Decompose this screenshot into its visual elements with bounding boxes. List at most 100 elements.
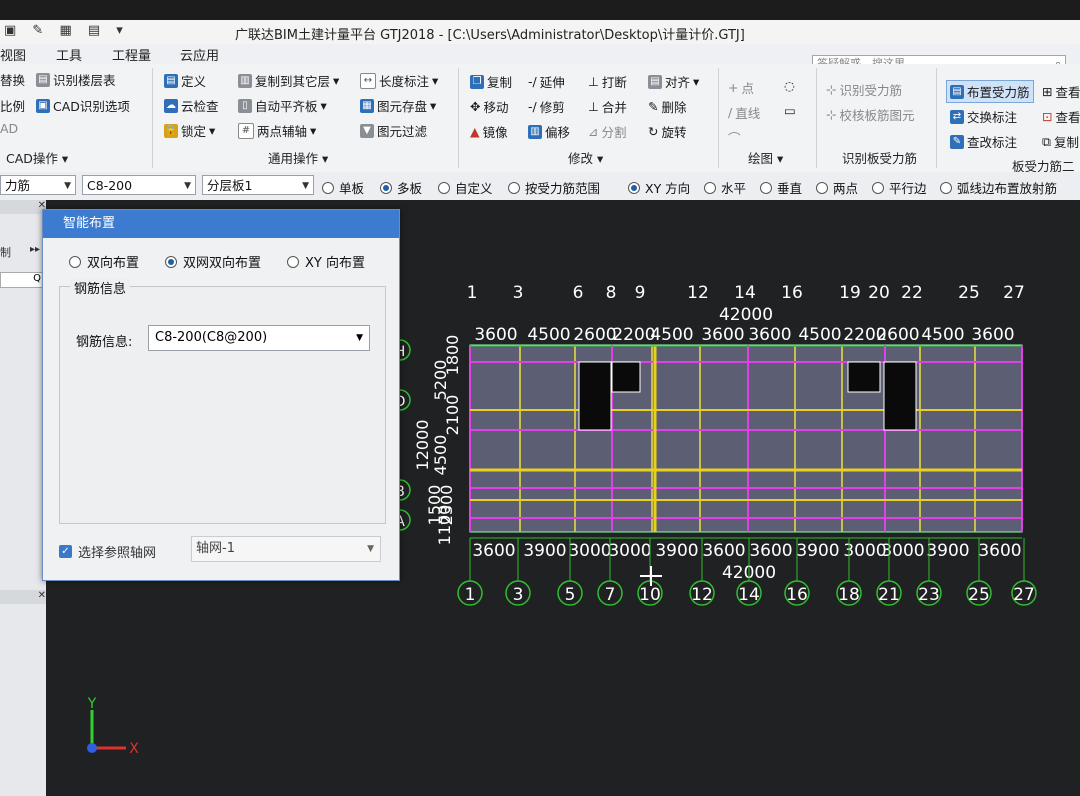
- arc-tool[interactable]: ⌒: [728, 128, 741, 147]
- swap-label-button[interactable]: ⇄ 交换标注: [950, 107, 1017, 126]
- define-button[interactable]: ▤ 定义: [164, 71, 206, 90]
- align-button[interactable]: ▤ 对齐 ▾: [648, 72, 699, 91]
- two-point-axis-button[interactable]: # 两点辅轴 ▾: [238, 121, 316, 140]
- cad-options-button[interactable]: ▣ CAD识别选项: [36, 96, 130, 115]
- rebar-spec-select[interactable]: C8-200 ▼: [82, 175, 196, 195]
- line-icon: /: [728, 105, 733, 120]
- smart-layout-dialog: 智能布置 双向布置 双网双向布置 XY 向布置 钢筋信息 钢筋信息: C8-20…: [42, 209, 400, 581]
- delete-button[interactable]: ✎ 删除: [648, 97, 687, 116]
- merge-button[interactable]: ⊥ 合并: [588, 97, 627, 116]
- filter-icon: ▼: [360, 123, 374, 138]
- panel-close-icon[interactable]: ✕: [0, 200, 46, 214]
- radio-multi-slab[interactable]: 多板: [380, 178, 422, 197]
- define-icon: ▤: [164, 73, 178, 88]
- rect-tool[interactable]: ▭: [784, 103, 796, 118]
- menu-view[interactable]: 视图: [0, 45, 26, 64]
- extend-button[interactable]: -/延伸: [528, 72, 565, 91]
- break-icon: ⊥: [588, 74, 599, 89]
- copy-icon: ❐: [470, 74, 484, 89]
- line-button[interactable]: / 直线: [728, 103, 760, 122]
- edit-icon: ✎: [950, 134, 964, 149]
- break-button[interactable]: ⊥ 打断: [588, 72, 627, 91]
- radio-double-net[interactable]: 双网双向布置: [165, 252, 261, 271]
- chevron-down-icon: ▼: [302, 181, 309, 191]
- expand-icon[interactable]: ▸▸: [30, 244, 40, 255]
- radio-bidirectional[interactable]: 双向布置: [69, 252, 139, 271]
- identify-group-label: 识别板受力筋: [842, 151, 918, 166]
- length-dim-button[interactable]: ↔ 长度标注 ▾: [360, 71, 438, 90]
- radio-circle: [287, 255, 299, 268]
- radio-xy[interactable]: XY 方向: [628, 178, 690, 197]
- slab-layer-select[interactable]: 分层板1 ▼: [202, 175, 314, 195]
- copy-button[interactable]: ❐ 复制: [470, 72, 512, 91]
- copy-rebar-button[interactable]: ⧉ 复制: [1042, 132, 1079, 151]
- radio-circle: [380, 181, 392, 194]
- checkmark-icon: ✓: [59, 545, 72, 558]
- identify-rebar-button[interactable]: ⊹ 识别受力筋: [826, 80, 902, 99]
- trim-button[interactable]: -/修剪: [528, 97, 565, 116]
- rotate-button[interactable]: ↻ 旋转: [648, 122, 687, 141]
- modify-group-label: 修改 ▾: [568, 151, 604, 166]
- quick-access-toolbar[interactable]: ▣ ✎ ▦ ▤ ▾: [4, 23, 129, 38]
- radio-xy-layout[interactable]: XY 向布置: [287, 252, 365, 271]
- place-rebar-button[interactable]: ▤ 布置受力筋: [946, 80, 1034, 103]
- swap-icon: ⇄: [950, 109, 964, 124]
- radio-by-range[interactable]: 按受力筋范围: [508, 178, 600, 197]
- circle-icon: ◌: [784, 78, 795, 93]
- circle-tool[interactable]: ◌: [784, 78, 795, 93]
- ref-axis-select[interactable]: 轴网-1 ▼: [191, 536, 381, 562]
- save-icon: ▦: [360, 98, 374, 113]
- lock-button[interactable]: 🔒 锁定 ▾: [164, 121, 215, 140]
- cad-icon: ▣: [36, 98, 50, 113]
- save-element-button[interactable]: ▦ 图元存盘 ▾: [360, 96, 436, 115]
- copy-to-floor-button[interactable]: ▥ 复制到其它层 ▾: [238, 71, 339, 90]
- flush-icon: ▯: [238, 98, 252, 113]
- point-button[interactable]: + 点: [728, 78, 754, 97]
- radio-horizontal[interactable]: 水平: [704, 178, 746, 197]
- menu-cloud[interactable]: 云应用: [180, 45, 219, 64]
- view-button[interactable]: ⊞ 查看: [1042, 82, 1080, 101]
- dialog-title: 智能布置: [43, 210, 399, 238]
- radio-single-slab[interactable]: 单板: [322, 178, 364, 197]
- offset-button[interactable]: ▥ 偏移: [528, 122, 570, 141]
- radio-custom[interactable]: 自定义: [438, 178, 493, 197]
- left-panel: ✕ 制 ▸▸ Q ✕: [0, 200, 46, 796]
- scale-button[interactable]: 比例: [0, 96, 25, 115]
- identify-floor-table-button[interactable]: ▤ 识别楼层表: [36, 70, 116, 89]
- menu-quantity[interactable]: 工程量: [112, 45, 151, 64]
- view-button-2[interactable]: ⊡ 查看: [1042, 107, 1080, 126]
- ref-axis-checkbox[interactable]: ✓ 选择参照轴网: [59, 542, 156, 561]
- cloud-check-button[interactable]: ☁ 云检查: [164, 96, 219, 115]
- general-group-label: 通用操作 ▾: [268, 151, 329, 166]
- merge-icon: ⊥: [588, 99, 599, 114]
- extend-icon: -/: [528, 74, 537, 89]
- identify-icon: ⊹: [826, 82, 837, 97]
- move-icon: ✥: [470, 99, 481, 114]
- check-icon: ⊹: [826, 107, 837, 122]
- group-title: 钢筋信息: [70, 278, 131, 297]
- move-button[interactable]: ✥ 移动: [470, 97, 509, 116]
- rotate-icon: ↻: [648, 124, 659, 139]
- arc-icon: ⌒: [728, 131, 741, 146]
- chevron-down-icon: ▼: [64, 181, 71, 191]
- panel-search-icon[interactable]: Q: [0, 272, 44, 288]
- check-slab-button[interactable]: ⊹ 校核板筋图元: [826, 105, 915, 124]
- radio-arc-radial[interactable]: 弧线边布置放射筋: [940, 178, 1057, 197]
- replace-button[interactable]: 替换: [0, 70, 25, 89]
- radio-circle: [872, 181, 884, 194]
- rebar-type-select[interactable]: 力筋 ▼: [0, 175, 76, 195]
- menu-tools[interactable]: 工具: [56, 45, 82, 64]
- radio-vertical[interactable]: 垂直: [760, 178, 802, 197]
- split-button[interactable]: ⊿ 分割: [588, 122, 627, 141]
- radio-parallel[interactable]: 平行边: [872, 178, 927, 197]
- point-icon: +: [728, 80, 739, 95]
- mirror-button[interactable]: ▲ 镜像: [470, 122, 508, 141]
- radio-two-point[interactable]: 两点: [816, 178, 858, 197]
- element-filter-button[interactable]: ▼ 图元过滤: [360, 121, 427, 140]
- copy-layers-icon: ▥: [238, 73, 252, 88]
- rebar-info-select[interactable]: C8-200(C8@200) ▼: [148, 325, 370, 351]
- panel-close-icon[interactable]: ✕: [0, 590, 46, 604]
- view2-icon: ⊡: [1042, 109, 1053, 124]
- edit-label-button[interactable]: ✎ 查改标注: [950, 132, 1017, 151]
- auto-flush-button[interactable]: ▯ 自动平齐板 ▾: [238, 96, 327, 115]
